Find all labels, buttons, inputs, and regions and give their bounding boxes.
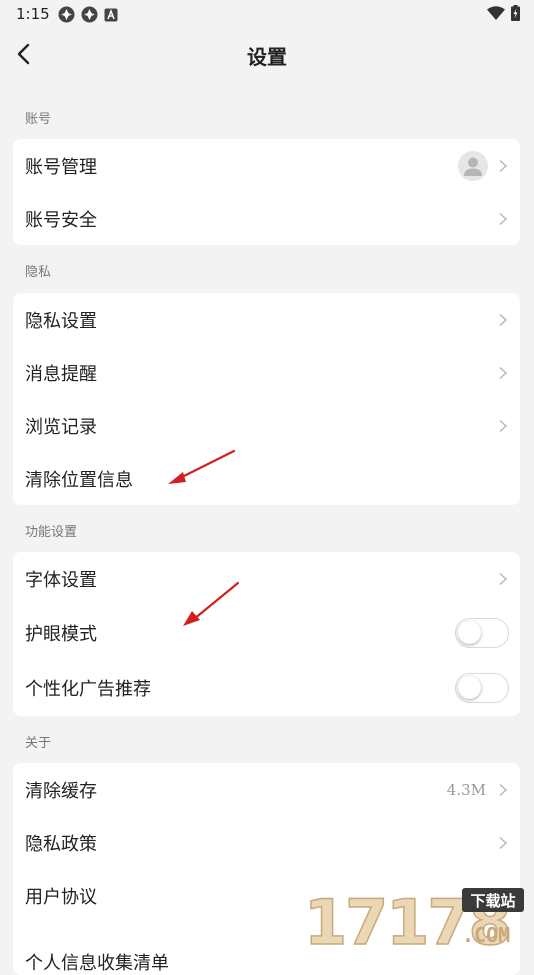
status-icons-right bbox=[487, 5, 520, 21]
account-card: 账号管理 账号安全 bbox=[13, 139, 520, 245]
chevron-right-icon bbox=[499, 419, 508, 432]
row-label: 消息提醒 bbox=[25, 363, 97, 385]
row-clear-cache[interactable]: 清除缓存 4.3M bbox=[13, 763, 520, 816]
chevron-right-icon bbox=[499, 572, 508, 585]
row-label: 隐私政策 bbox=[25, 833, 97, 855]
section-title-about: 关于 bbox=[25, 736, 52, 751]
personalized-ads-toggle[interactable] bbox=[455, 673, 509, 703]
privacy-card: 隐私设置 消息提醒 浏览记录 清除位置信息 bbox=[13, 293, 520, 505]
row-label: 清除位置信息 bbox=[25, 469, 133, 491]
row-account-management[interactable]: 账号管理 bbox=[13, 139, 520, 192]
app-icon bbox=[81, 6, 98, 23]
app-icon bbox=[58, 6, 75, 23]
row-label: 清除缓存 bbox=[25, 780, 97, 802]
row-label: 用户协议 bbox=[25, 886, 97, 908]
watermark-suffix: .COM bbox=[462, 923, 510, 947]
row-font-settings[interactable]: 字体设置 bbox=[13, 552, 520, 605]
avatar bbox=[458, 150, 488, 181]
row-label: 隐私设置 bbox=[25, 310, 97, 332]
row-label: 浏览记录 bbox=[25, 416, 97, 438]
eye-protection-toggle[interactable] bbox=[455, 617, 509, 648]
chevron-right-icon bbox=[499, 212, 508, 225]
wifi-icon bbox=[487, 6, 505, 20]
row-personalized-ads: 个性化广告推荐 bbox=[13, 660, 520, 716]
row-browsing-history[interactable]: 浏览记录 bbox=[13, 399, 520, 452]
battery-charging-icon bbox=[511, 5, 520, 21]
chevron-right-icon bbox=[499, 366, 508, 379]
row-label: 个性化广告推荐 bbox=[25, 679, 151, 700]
notification-a-icon bbox=[104, 8, 118, 21]
chevron-right-icon bbox=[499, 836, 508, 849]
watermark-logo: 17178 下载站 .COM bbox=[302, 882, 530, 960]
toggle-knob bbox=[458, 676, 481, 699]
page-title: 设置 bbox=[247, 45, 287, 69]
row-label: 账号安全 bbox=[25, 209, 97, 231]
row-label: 账号管理 bbox=[25, 156, 97, 178]
status-bar: 1:15 bbox=[0, 0, 534, 28]
annotation-arrow-icon bbox=[183, 581, 240, 626]
features-card: 字体设置 护眼模式 个性化广告推荐 bbox=[13, 552, 520, 716]
watermark-logo-icon: 17178 下载站 .COM bbox=[303, 885, 524, 960]
row-eye-protection: 护眼模式 bbox=[13, 605, 520, 660]
chevron-right-icon bbox=[499, 313, 508, 326]
row-privacy-settings[interactable]: 隐私设置 bbox=[13, 293, 520, 346]
chevron-right-icon bbox=[499, 783, 508, 796]
cache-size: 4.3M bbox=[446, 780, 486, 799]
row-label: 个人信息收集清单 bbox=[25, 953, 169, 974]
status-icons-left bbox=[58, 6, 118, 23]
annotation-arrow-icon bbox=[168, 449, 236, 484]
row-label: 字体设置 bbox=[25, 569, 97, 591]
chevron-right-icon bbox=[499, 159, 508, 172]
row-account-security[interactable]: 账号安全 bbox=[13, 192, 520, 245]
user-avatar-icon bbox=[464, 157, 482, 176]
row-label: 护眼模式 bbox=[25, 623, 97, 645]
section-title-privacy: 隐私 bbox=[25, 265, 52, 280]
nav-bar: 设置 bbox=[0, 28, 534, 80]
status-time: 1:15 bbox=[16, 5, 50, 23]
watermark-tag: 下载站 bbox=[470, 892, 515, 910]
section-title-features: 功能设置 bbox=[25, 525, 78, 540]
row-clear-location[interactable]: 清除位置信息 bbox=[13, 452, 520, 505]
row-message-reminder[interactable]: 消息提醒 bbox=[13, 346, 520, 399]
row-privacy-policy[interactable]: 隐私政策 bbox=[13, 816, 520, 869]
toggle-knob bbox=[458, 620, 481, 644]
section-title-account: 账号 bbox=[25, 112, 52, 127]
